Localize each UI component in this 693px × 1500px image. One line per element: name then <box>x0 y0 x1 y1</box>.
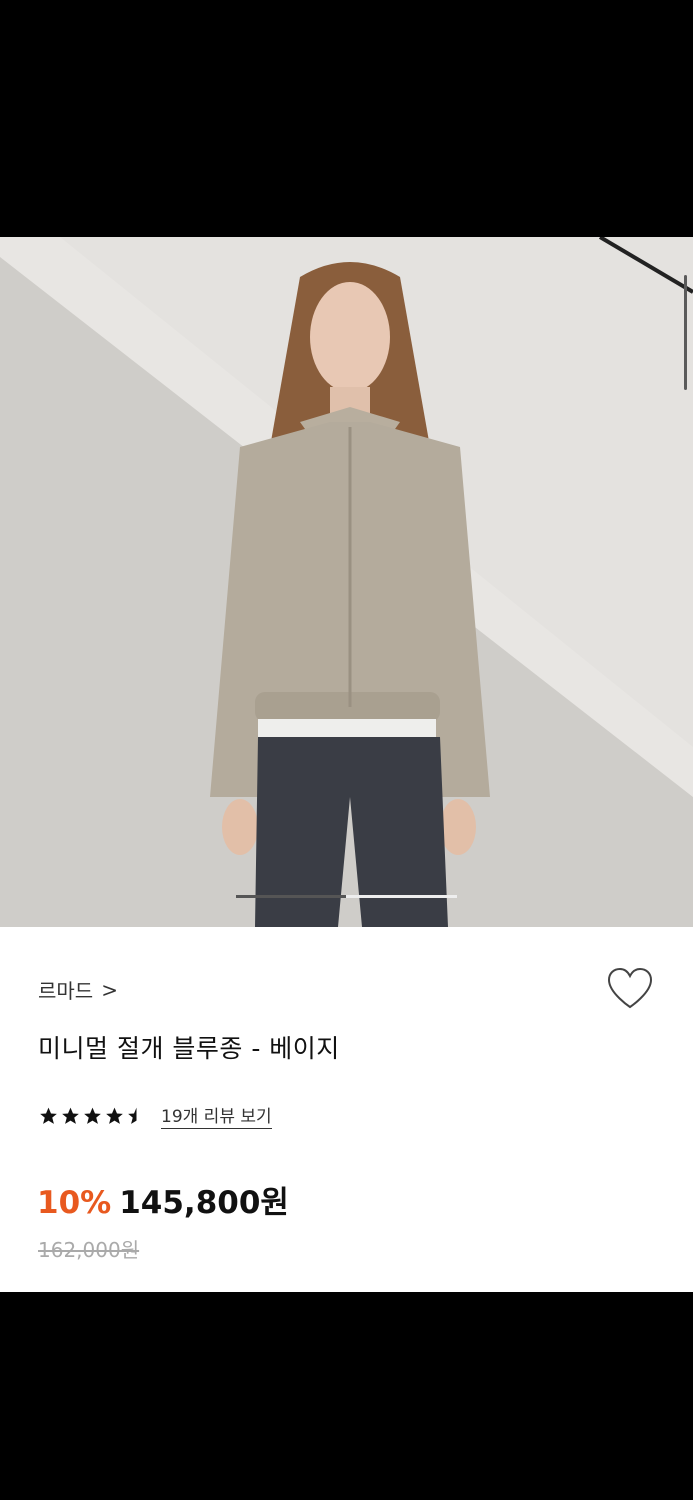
product-photo-illustration <box>0 237 693 927</box>
product-info-panel: 르마드 > 미니멀 절개 블루종 - 베이지 19개 리뷰 보기 10% 145… <box>0 927 693 1292</box>
sale-price: 145,800원 <box>119 1185 289 1221</box>
discount-rate: 10% <box>37 1185 112 1221</box>
product-image[interactable] <box>0 237 693 927</box>
star-icon <box>40 1107 57 1124</box>
page-scrollbar[interactable] <box>684 275 687 390</box>
gallery-indicator-active <box>236 895 346 898</box>
star-icon <box>62 1107 79 1124</box>
gallery-indicator <box>236 895 457 898</box>
original-price: 162,000원 <box>38 1238 140 1262</box>
brand-name: 르마드 <box>38 979 94 1003</box>
star-icon <box>106 1107 123 1124</box>
price-row: 10% 145,800원 <box>37 1177 289 1222</box>
product-title: 미니멀 절개 블루종 - 베이지 <box>38 1034 340 1063</box>
star-icon <box>84 1107 101 1124</box>
star-half-icon <box>128 1107 137 1124</box>
rating-stars <box>38 1106 147 1126</box>
brand-link[interactable]: 르마드 > <box>38 975 118 1004</box>
gallery-indicator-rest <box>346 895 457 898</box>
rating-row: 19개 리뷰 보기 <box>38 1102 272 1129</box>
review-link[interactable]: 19개 리뷰 보기 <box>161 1102 272 1129</box>
heart-outline-icon[interactable] <box>606 967 654 1011</box>
chevron-right-icon: > <box>101 977 118 1002</box>
